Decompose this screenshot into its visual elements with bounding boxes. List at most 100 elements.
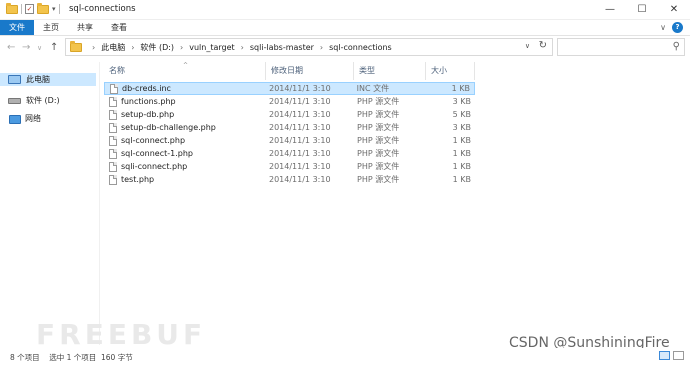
file-icon [109, 135, 117, 146]
sidebar-item-network[interactable]: 网络 [8, 112, 41, 125]
pane-divider[interactable] [99, 62, 100, 345]
forward-arrow-icon[interactable]: → [22, 42, 30, 53]
file-name: sqli-connect.php [121, 162, 188, 171]
file-size: 1 KB [452, 149, 471, 158]
status-text: 8 个项目 选中 1 个项目 160 字节 [10, 353, 133, 362]
properties-icon[interactable]: ✓ [25, 4, 34, 14]
file-name: db-creds.inc [122, 84, 171, 93]
tab-share[interactable]: 共享 [68, 20, 102, 35]
new-folder-icon[interactable] [37, 2, 49, 14]
file-date: 2014/11/1 3:10 [269, 149, 331, 158]
sidebar-item-label: 网络 [25, 114, 41, 123]
file-row[interactable]: sql-connect.php 2014/11/1 3:10 PHP 源文件 1… [104, 134, 475, 147]
file-size: 1 KB [452, 175, 471, 184]
file-size: 1 KB [452, 136, 471, 145]
expand-ribbon-chevron-icon[interactable]: ∨ [660, 23, 666, 32]
file-row[interactable]: setup-db.php 2014/11/1 3:10 PHP 源文件 5 KB [104, 108, 475, 121]
file-name: setup-db.php [121, 110, 175, 119]
file-size: 3 KB [452, 123, 471, 132]
sidebar-item-label: 软件 (D:) [26, 96, 60, 105]
chevron-right-icon[interactable]: › [320, 43, 323, 52]
address-bar[interactable]: › 此电脑 › 软件 (D:) › vuln_target › sqli-lab… [65, 38, 553, 56]
recent-locations-chevron-icon[interactable]: ∨ [37, 44, 42, 52]
title-bar: ✓ ▾ sql-connections — ☐ ✕ [0, 0, 690, 20]
tab-file[interactable]: 文件 [0, 20, 34, 35]
column-header-date[interactable]: 修改日期 [266, 62, 354, 80]
file-icon [109, 109, 117, 120]
file-row[interactable]: sqli-connect.php 2014/11/1 3:10 PHP 源文件 … [104, 160, 475, 173]
breadcrumb-this-pc[interactable]: 此电脑 [101, 42, 125, 53]
file-date: 2014/11/1 3:10 [269, 84, 331, 93]
quick-access-toolbar: ✓ ▾ [6, 2, 60, 14]
breadcrumb-vuln-target[interactable]: vuln_target [189, 43, 234, 52]
column-header-size[interactable]: 大小 [426, 62, 475, 80]
window-title: sql-connections [69, 4, 136, 14]
file-size: 5 KB [452, 110, 471, 119]
file-size: 1 KB [451, 84, 470, 93]
file-size: 3 KB [452, 97, 471, 106]
column-headers: 名称 修改日期 类型 大小 [104, 62, 475, 80]
breadcrumb: › 此电脑 › 软件 (D:) › vuln_target › sqli-lab… [86, 39, 392, 55]
file-row[interactable]: setup-db-challenge.php 2014/11/1 3:10 PH… [104, 121, 475, 134]
file-date: 2014/11/1 3:10 [269, 97, 331, 106]
chevron-right-icon[interactable]: › [92, 43, 95, 52]
file-row[interactable]: functions.php 2014/11/1 3:10 PHP 源文件 3 K… [104, 95, 475, 108]
chevron-right-icon[interactable]: › [180, 43, 183, 52]
file-date: 2014/11/1 3:10 [269, 110, 331, 119]
toolbar-divider [21, 4, 22, 14]
file-type: PHP 源文件 [357, 175, 400, 184]
up-arrow-icon[interactable]: ↑ [50, 42, 58, 53]
large-icons-view-icon[interactable] [673, 351, 684, 360]
file-name: sql-connect-1.php [121, 149, 193, 158]
toolbar-divider [58, 4, 60, 14]
breadcrumb-sql-connections[interactable]: sql-connections [329, 43, 392, 52]
file-name: test.php [121, 175, 155, 184]
sidebar-item-this-pc[interactable]: 此电脑 [0, 73, 96, 86]
back-arrow-icon[interactable]: ← [7, 42, 15, 53]
file-icon [109, 161, 117, 172]
customize-toolbar-dropdown-icon[interactable]: ▾ [52, 5, 56, 13]
freebuf-watermark: FREEBUF [36, 318, 207, 351]
status-bar: 8 个项目 选中 1 个项目 160 字节 [0, 348, 690, 365]
folder-icon [6, 2, 18, 14]
refresh-icon[interactable]: ↻ [539, 40, 547, 51]
pc-icon [8, 75, 21, 84]
sidebar-item-drive-d[interactable]: 软件 (D:) [8, 94, 60, 107]
file-date: 2014/11/1 3:10 [269, 136, 331, 145]
file-date: 2014/11/1 3:10 [269, 123, 331, 132]
file-row[interactable]: test.php 2014/11/1 3:10 PHP 源文件 1 KB [104, 173, 475, 186]
file-type: PHP 源文件 [357, 136, 400, 145]
view-toggle [659, 351, 684, 360]
file-type: PHP 源文件 [357, 162, 400, 171]
close-button[interactable]: ✕ [658, 0, 690, 20]
file-row[interactable]: sql-connect-1.php 2014/11/1 3:10 PHP 源文件… [104, 147, 475, 160]
window-controls: — ☐ ✕ [594, 0, 690, 20]
address-history-dropdown-icon[interactable]: ∨ [525, 42, 530, 50]
tab-home[interactable]: 主页 [34, 20, 68, 35]
search-icon[interactable]: ⚲ [673, 41, 680, 52]
file-type: PHP 源文件 [357, 97, 400, 106]
file-icon [109, 148, 117, 159]
breadcrumb-sqli-labs-master[interactable]: sqli-labs-master [250, 43, 314, 52]
file-name: functions.php [121, 97, 176, 106]
file-row[interactable]: db-creds.inc 2014/11/1 3:10 INC 文件 1 KB [104, 82, 475, 95]
minimize-button[interactable]: — [594, 0, 626, 20]
column-header-name[interactable]: 名称 [104, 62, 266, 80]
chevron-right-icon[interactable]: › [241, 43, 244, 52]
breadcrumb-drive-d[interactable]: 软件 (D:) [140, 42, 174, 53]
search-input[interactable]: ⚲ [557, 38, 685, 56]
column-header-type[interactable]: 类型 [354, 62, 426, 80]
ribbon-tabs: 文件 主页 共享 查看 ∨ ? [0, 20, 690, 36]
file-icon [110, 83, 118, 94]
file-icon [109, 122, 117, 133]
chevron-right-icon[interactable]: › [131, 43, 134, 52]
tab-view[interactable]: 查看 [102, 20, 136, 35]
details-view-icon[interactable] [659, 351, 670, 360]
file-list: db-creds.inc 2014/11/1 3:10 INC 文件 1 KB … [104, 82, 475, 186]
file-type: PHP 源文件 [357, 110, 400, 119]
maximize-button[interactable]: ☐ [626, 0, 658, 20]
network-icon [8, 114, 21, 124]
drive-icon [8, 97, 21, 104]
help-icon[interactable]: ? [672, 22, 683, 33]
file-size: 1 KB [452, 162, 471, 171]
